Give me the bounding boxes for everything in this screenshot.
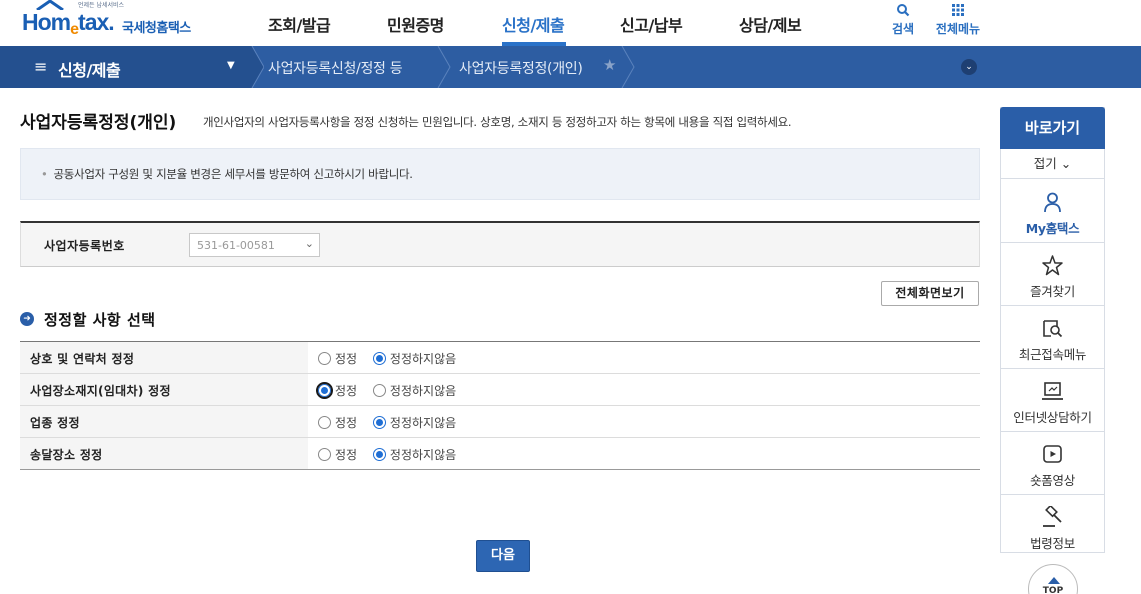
caret-down-icon: ▼ [227, 60, 235, 71]
quick-item-my-hometax[interactable]: My홈택스 [1001, 180, 1104, 243]
breadcrumb-separator-icon [437, 46, 451, 88]
breadcrumb-current[interactable]: 사업자등록정정(개인) [459, 58, 583, 78]
business-number-label: 사업자등록번호 [44, 239, 125, 253]
next-button[interactable]: 다음 [476, 540, 530, 572]
breadcrumb-separator-icon [621, 46, 635, 88]
radio-no-correct[interactable] [372, 448, 386, 461]
quick-item-recent[interactable]: 최근접속메뉴 [1001, 306, 1104, 369]
business-number-box: 사업자등록번호 531-61-00581 ⌄ [20, 221, 980, 267]
radio-correct[interactable] [318, 448, 331, 461]
page-title: 사업자등록정정(개인) [20, 113, 177, 133]
gnb-item-certificate[interactable]: 민원증명 [387, 12, 444, 36]
arrow-up-icon [1048, 577, 1060, 584]
bullet-icon: • [41, 167, 48, 181]
play-icon [1043, 445, 1062, 463]
all-menu-button[interactable]: 전체메뉴 [932, 2, 984, 37]
table-row: 업종 정정 정정 정정하지않음 [20, 406, 980, 438]
top-header: 언제든 납세서비스 Hometax. 국세청홈택스 조회/발급 민원증명 신청/… [0, 0, 1141, 46]
breadcrumb-separator-icon [248, 46, 264, 88]
grid-menu-icon [952, 4, 964, 16]
gnb-item-report-payment[interactable]: 신고/납부 [620, 12, 683, 36]
location-bar: ≡ 신청/제출 ▼ 사업자등록신청/정정 등 사업자등록정정(개인) ★ ⌄ [0, 46, 1141, 88]
quick-menu-title: 바로가기 [1000, 107, 1105, 149]
chevron-down-icon: ⌄ [304, 237, 314, 250]
hamburger-icon: ≡ [34, 57, 48, 76]
logo-tagline: 언제든 납세서비스 [78, 2, 125, 9]
logo-wordmark: Hometax. [22, 9, 115, 38]
option-radio-group: 정정 정정하지않음 [318, 414, 468, 430]
page-description: 개인사업자의 사업자등록사항을 정정 신청하는 민원입니다. 상호명, 소재지 … [203, 115, 792, 129]
option-label: 상호 및 연락처 정정 [20, 342, 308, 373]
notice-text: • 공동사업자 구성원 및 지분율 변경은 세무서를 방문하여 신고하시기 바랍니… [41, 167, 413, 181]
option-label: 업종 정정 [20, 406, 308, 437]
radio-correct[interactable] [316, 382, 333, 399]
quick-item-shorts[interactable]: 숏폼영상 [1001, 432, 1104, 495]
search-icon [897, 4, 910, 17]
radio-correct[interactable] [318, 416, 331, 429]
table-row: 송달장소 정정 정정 정정하지않음 [20, 438, 980, 470]
option-radio-group: 정정 정정하지않음 [316, 382, 468, 399]
search-button[interactable]: 검색 [878, 2, 928, 37]
recent-search-icon [1043, 320, 1063, 338]
radio-no-correct[interactable] [372, 384, 386, 397]
gavel-icon [1043, 506, 1062, 527]
breadcrumb-registration[interactable]: 사업자등록신청/정정 등 [268, 58, 403, 78]
location-menu-label: 신청/제출 [58, 61, 121, 80]
section-title: 정정할 사항 선택 [44, 311, 156, 329]
scroll-top-button[interactable]: TOP [1028, 564, 1078, 594]
option-radio-group: 정정 정정하지않음 [318, 446, 468, 462]
quick-menu: 바로가기 접기 ⌄ My홈택스 즐겨찾기 최근접속메뉴 인터넷상담하기 숏폼영상… [1000, 107, 1105, 553]
gnb-item-consult[interactable]: 상담/제보 [739, 12, 802, 36]
quick-item-favorites[interactable]: 즐겨찾기 [1001, 243, 1104, 306]
radio-no-correct[interactable] [372, 416, 386, 429]
logo-subtitle: 국세청홈택스 [122, 21, 191, 36]
correction-options-table: 상호 및 연락처 정정 정정 정정하지않음 사업장소재지(임대차) 정정 정정 … [20, 341, 980, 470]
table-row: 사업장소재지(임대차) 정정 정정 정정하지않음 [20, 374, 980, 406]
location-menu-dropdown[interactable]: ≡ 신청/제출 ▼ [0, 46, 250, 88]
person-icon [1044, 192, 1061, 213]
option-radio-group: 정정 정정하지않음 [318, 350, 468, 366]
location-expand-toggle[interactable]: ⌄ [961, 59, 977, 75]
option-label: 송달장소 정정 [20, 438, 308, 469]
full-screen-button[interactable]: 전체화면보기 [881, 281, 979, 306]
radio-no-correct[interactable] [372, 352, 386, 365]
business-number-select[interactable]: 531-61-00581 ⌄ [189, 233, 320, 257]
arrow-circle-icon: ➜ [20, 312, 34, 326]
quick-item-law[interactable]: 법령정보 [1001, 495, 1104, 558]
business-number-value: 531-61-00581 [197, 239, 275, 252]
table-row: 상호 및 연락처 정정 정정 정정하지않음 [20, 342, 980, 374]
option-label: 사업장소재지(임대차) 정정 [20, 374, 308, 405]
hometax-logo[interactable]: 언제든 납세서비스 Hometax. 국세청홈택스 [18, 0, 208, 46]
quick-item-online-consult[interactable]: 인터넷상담하기 [1001, 369, 1104, 432]
favorite-star-icon[interactable]: ★ [603, 56, 616, 74]
radio-correct[interactable] [318, 352, 331, 365]
star-icon [1042, 255, 1063, 276]
notice-box: • 공동사업자 구성원 및 지분율 변경은 세무서를 방문하여 신고하시기 바랍니… [20, 148, 980, 200]
quick-menu-fold-button[interactable]: 접기 ⌄ [1001, 149, 1104, 179]
gnb-item-application[interactable]: 신청/제출 [502, 12, 565, 36]
monitor-icon [1042, 382, 1063, 400]
chevron-down-icon: ⌄ [965, 62, 973, 72]
gnb-item-inquiry[interactable]: 조회/발급 [268, 12, 331, 36]
